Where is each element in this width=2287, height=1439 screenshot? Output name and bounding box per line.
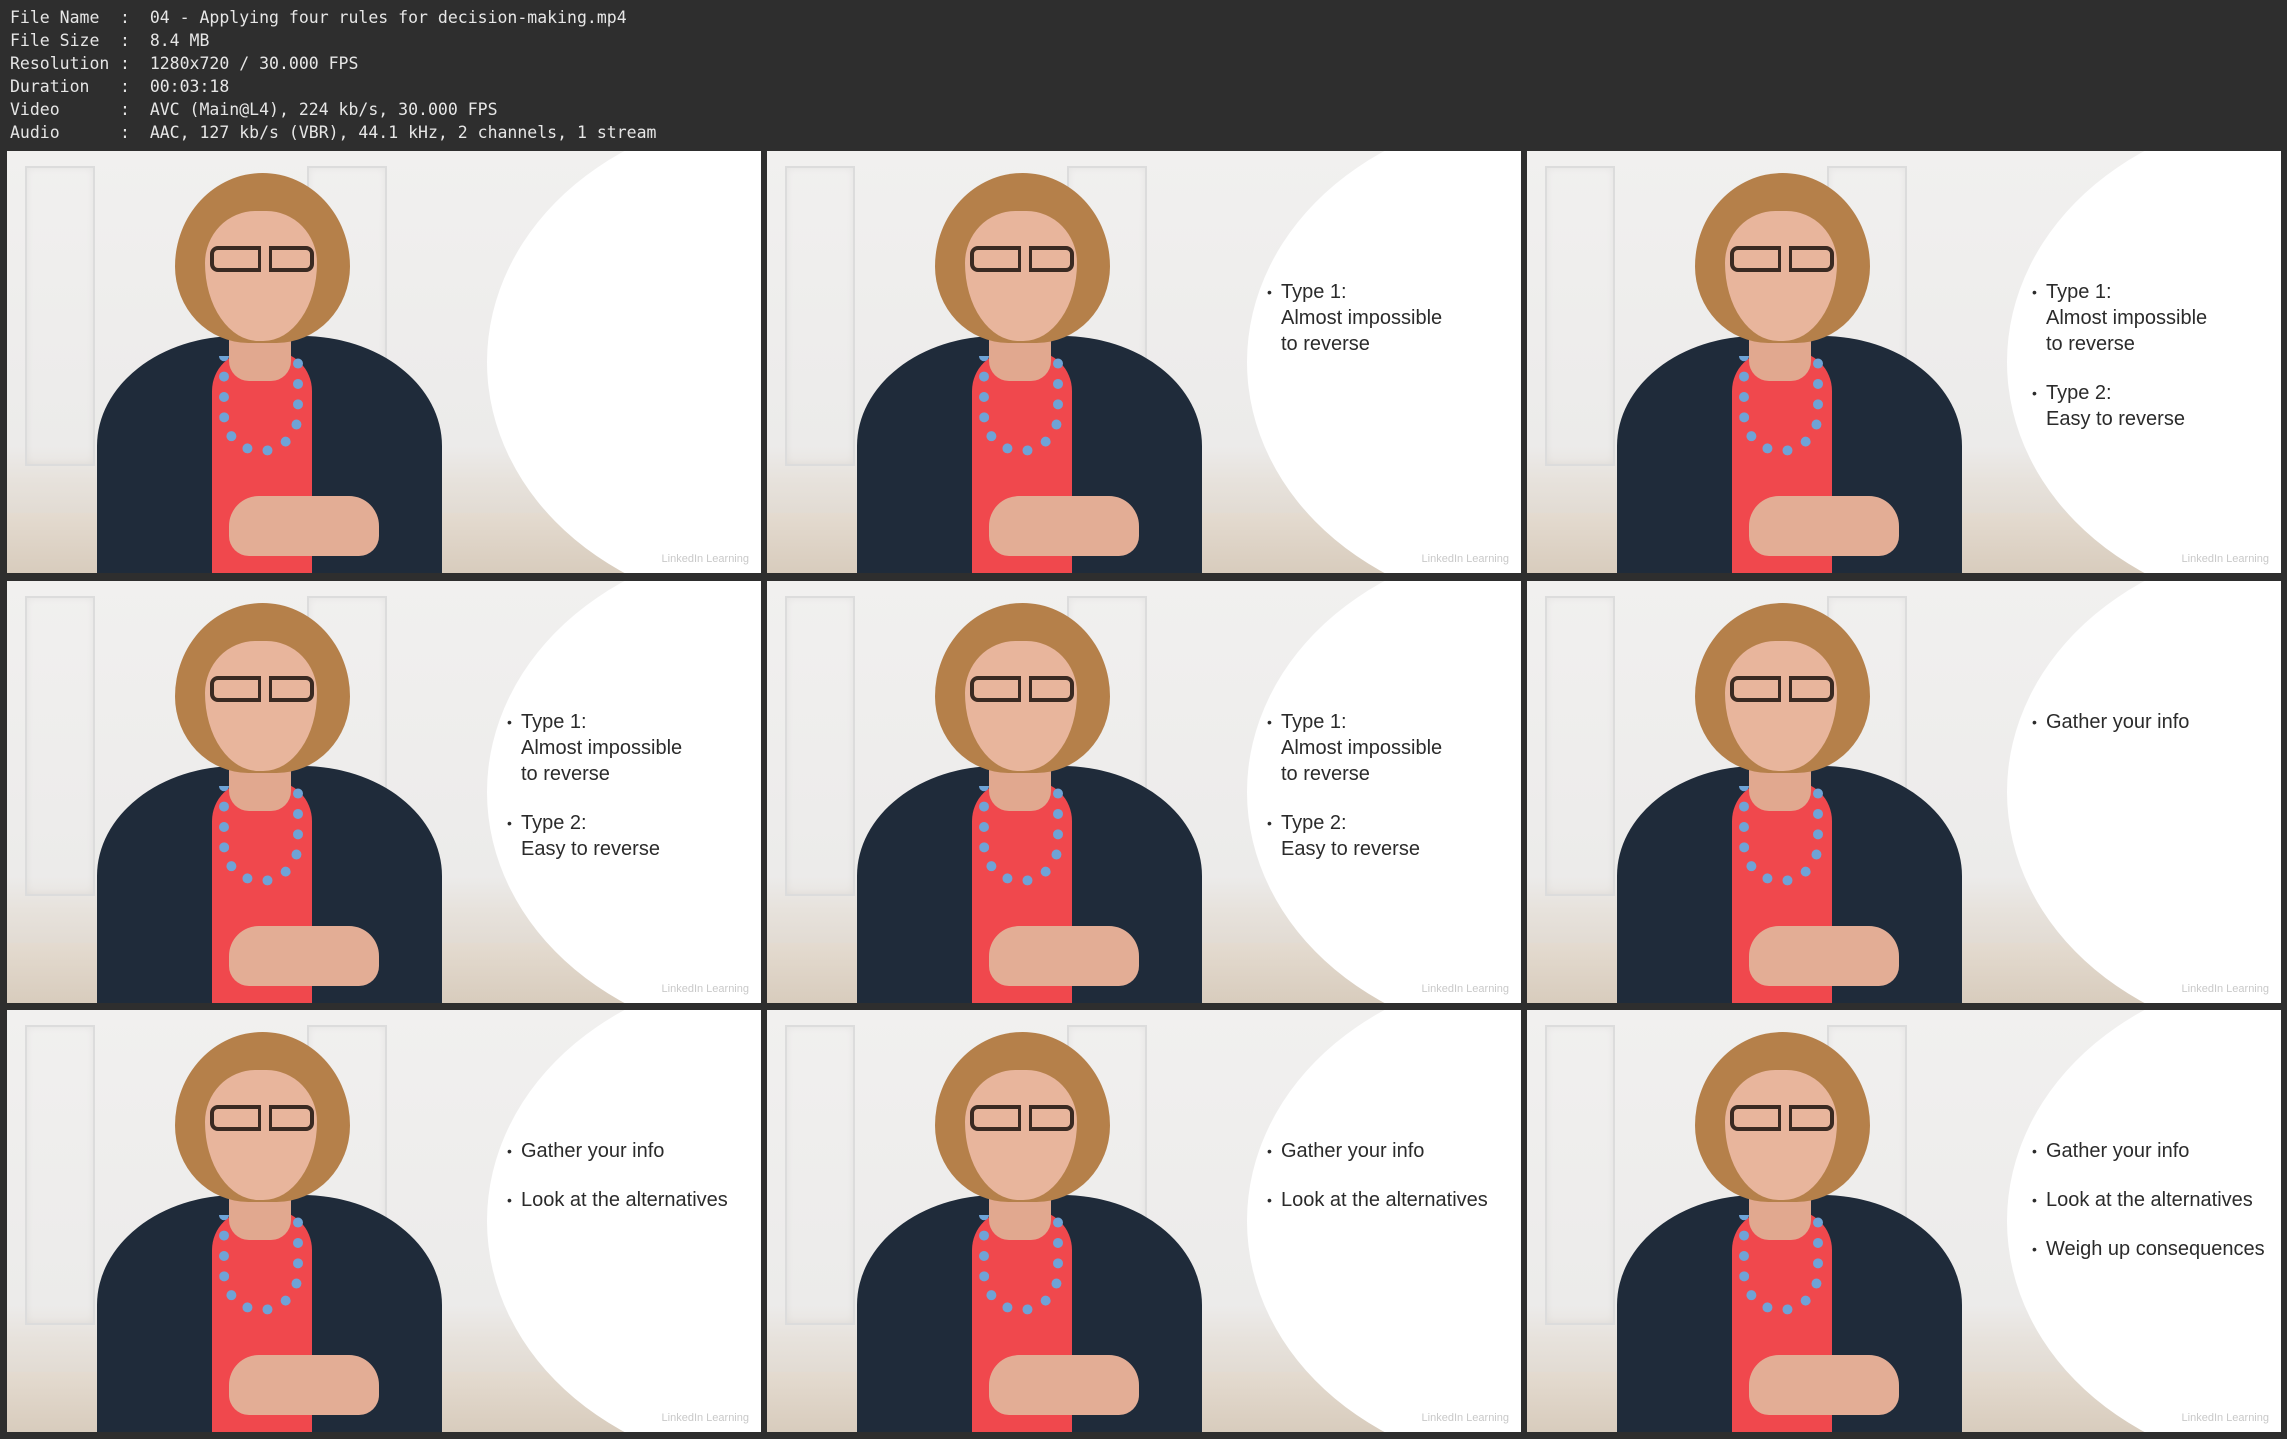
- presenter-glasses: [210, 1105, 314, 1131]
- slide-bullet: Type 2: Easy to reverse: [2032, 380, 2271, 432]
- slide-bullets: Type 1: Almost impossible to reverse Type…: [507, 709, 751, 885]
- watermark-logo: LinkedIn Learning: [1421, 553, 1509, 565]
- slide-bullets: Gather your info Look at the alternatives: [1267, 1138, 1511, 1236]
- slide-bullet: Look at the alternatives: [507, 1187, 751, 1213]
- presenter-hands: [1749, 926, 1899, 986]
- slide-bullets: Type 1: Almost impossible to reverse: [1267, 279, 1511, 380]
- presenter-hands: [229, 496, 379, 556]
- watermark-logo: LinkedIn Learning: [1421, 983, 1509, 995]
- presenter-glasses: [1730, 246, 1834, 272]
- slide-bullet: Type 1: Almost impossible to reverse: [1267, 279, 1511, 357]
- presenter-hands: [989, 926, 1139, 986]
- presenter-glasses: [210, 676, 314, 702]
- slide-bullet: Gather your info: [507, 1138, 751, 1164]
- watermark-logo: LinkedIn Learning: [1421, 1412, 1509, 1424]
- slide-bullet: Type 1: Almost impossible to reverse: [1267, 709, 1511, 787]
- slide-bullet: Weigh up consequences: [2032, 1236, 2271, 1262]
- video-frame-thumbnail: LinkedIn Learning Gather your info Look at…: [1527, 1010, 2281, 1432]
- video-frame-thumbnail: LinkedIn Learning: [7, 151, 761, 573]
- presenter-hands: [989, 1355, 1139, 1415]
- presenter-necklace: [1739, 356, 1823, 456]
- video-frame-thumbnail: LinkedIn Learning Type 1: Almost impossib…: [7, 581, 761, 1003]
- slide-bullets: Type 1: Almost impossible to reverse Type…: [1267, 709, 1511, 885]
- presenter-glasses: [1730, 676, 1834, 702]
- slide-bullets: Gather your info Look at the alternatives: [507, 1138, 751, 1236]
- watermark-logo: LinkedIn Learning: [661, 553, 749, 565]
- watermark-logo: LinkedIn Learning: [2181, 1412, 2269, 1424]
- presenter-necklace: [1739, 786, 1823, 886]
- watermark-logo: LinkedIn Learning: [2181, 983, 2269, 995]
- video-frame-thumbnail: LinkedIn Learning Gather your info Look at…: [7, 1010, 761, 1432]
- slide-bullet: Look at the alternatives: [2032, 1187, 2271, 1213]
- presenter-necklace: [219, 786, 303, 886]
- presenter-necklace: [979, 786, 1063, 886]
- presenter-hands: [1749, 496, 1899, 556]
- presenter: [1527, 581, 2281, 1003]
- slide-bullets: Type 1: Almost impossible to reverse Type…: [2032, 279, 2271, 455]
- slide-bullet: Type 1: Almost impossible to reverse: [2032, 279, 2271, 357]
- slide-bullet: Gather your info: [1267, 1138, 1511, 1164]
- video-frame-thumbnail: LinkedIn Learning Gather your info Look at…: [767, 1010, 1521, 1432]
- presenter-necklace: [979, 356, 1063, 456]
- presenter-hands: [229, 1355, 379, 1415]
- slide-bullet: Type 2: Easy to reverse: [507, 810, 751, 862]
- slide-bullet: Gather your info: [2032, 1138, 2271, 1164]
- watermark-logo: LinkedIn Learning: [661, 983, 749, 995]
- watermark-logo: LinkedIn Learning: [2181, 553, 2269, 565]
- watermark-logo: LinkedIn Learning: [661, 1412, 749, 1424]
- slide-bullets: Gather your info Look at the alternatives…: [2032, 1138, 2271, 1285]
- presenter-hands: [989, 496, 1139, 556]
- slide-bullet: Type 2: Easy to reverse: [1267, 810, 1511, 862]
- presenter-necklace: [219, 1215, 303, 1315]
- presenter-necklace: [979, 1215, 1063, 1315]
- presenter-hands: [229, 926, 379, 986]
- presenter-glasses: [970, 246, 1074, 272]
- slide-bullet: Look at the alternatives: [1267, 1187, 1511, 1213]
- video-frame-thumbnail: LinkedIn Learning Type 1: Almost impossib…: [1527, 151, 2281, 573]
- video-frame-thumbnail: LinkedIn Learning Gather your info: [1527, 581, 2281, 1003]
- presenter-glasses: [1730, 1105, 1834, 1131]
- video-frame-thumbnail: LinkedIn Learning Type 1: Almost impossib…: [767, 581, 1521, 1003]
- presenter-glasses: [970, 676, 1074, 702]
- presenter-necklace: [219, 356, 303, 456]
- presenter-hands: [1749, 1355, 1899, 1415]
- slide-bullets: Gather your info: [2032, 709, 2271, 758]
- presenter-glasses: [970, 1105, 1074, 1131]
- slide-bullet: Type 1: Almost impossible to reverse: [507, 709, 751, 787]
- slide-bullet: Gather your info: [2032, 709, 2271, 735]
- presenter: [7, 151, 761, 573]
- presenter-glasses: [210, 246, 314, 272]
- thumbnail-grid: LinkedIn Learning LinkedIn Learning Type 1…: [0, 0, 2287, 1439]
- video-frame-thumbnail: LinkedIn Learning Type 1: Almost impossib…: [767, 151, 1521, 573]
- presenter-necklace: [1739, 1215, 1823, 1315]
